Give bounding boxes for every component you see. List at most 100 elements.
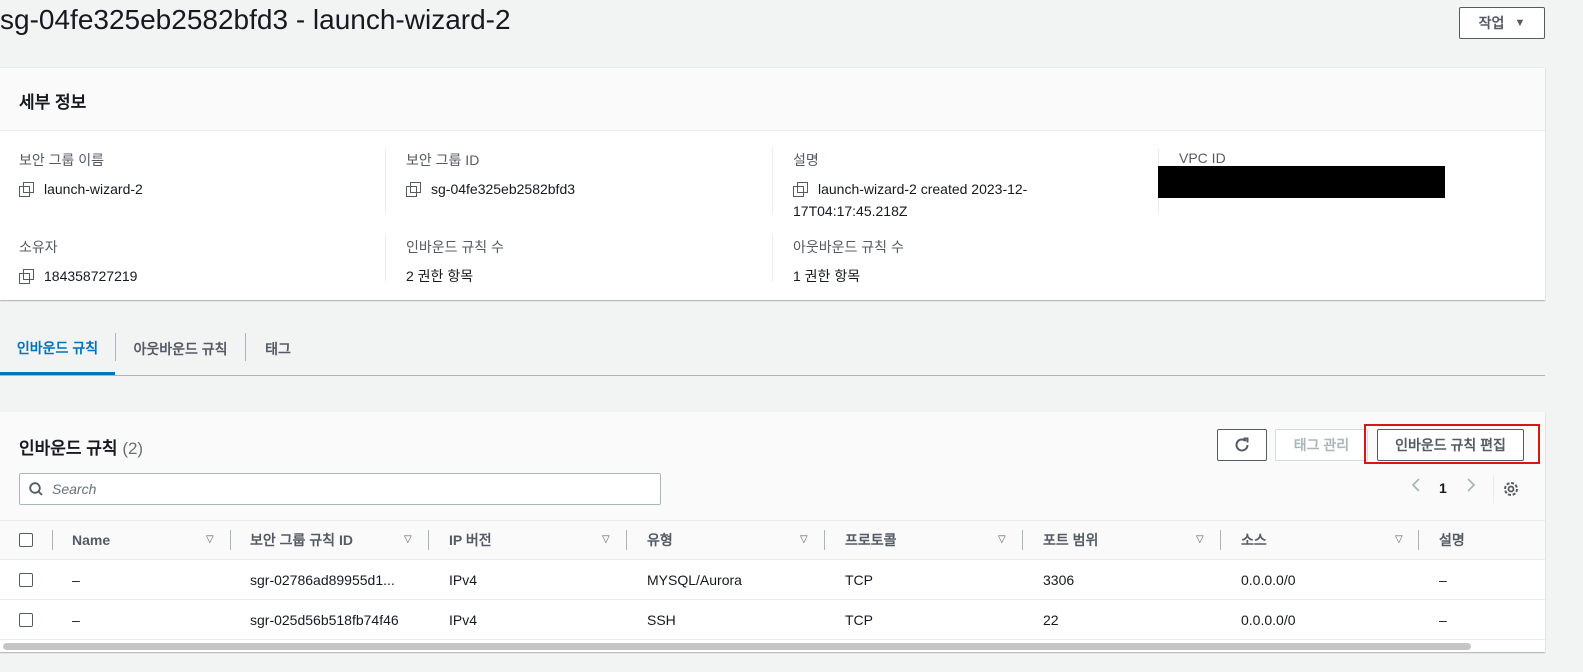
outbound-count-field: 아웃바운드 규칙 수 1 권한 항목 (793, 237, 904, 287)
divider (385, 148, 386, 214)
divider (772, 234, 773, 282)
cell-description: – (1439, 571, 1447, 588)
sort-icon[interactable]: ▽ (998, 534, 1006, 545)
details-header: 세부 정보 (0, 68, 1545, 131)
column-header-rule-id[interactable]: 보안 그룹 규칙 ID (250, 521, 353, 559)
rules-title: 인바운드 규칙 (2) (19, 434, 143, 459)
inbound-rules-panel: 인바운드 규칙 (2) 태그 관리 인바운드 규칙 편집 Search 1 Na… (0, 412, 1545, 652)
sort-icon[interactable]: ▽ (1196, 534, 1204, 545)
sort-icon[interactable]: ▽ (1395, 534, 1403, 545)
cell-name: – (72, 611, 80, 628)
divider (772, 148, 773, 214)
page-number[interactable]: 1 (1439, 480, 1447, 496)
sg-name-field: 보안 그룹 이름 launch-wizard-2 (19, 150, 143, 200)
sg-name-value: launch-wizard-2 (44, 181, 143, 197)
caret-down-icon: ▼ (1514, 17, 1526, 29)
cell-description: – (1439, 611, 1447, 628)
column-separator[interactable] (626, 530, 627, 550)
column-separator[interactable] (1418, 530, 1419, 550)
column-header-name[interactable]: Name (72, 521, 110, 559)
details-panel: 세부 정보 보안 그룹 이름 launch-wizard-2 보안 그룹 ID … (0, 67, 1545, 300)
sg-id-field: 보안 그룹 ID sg-04fe325eb2582bfd3 (406, 150, 575, 200)
sort-icon[interactable]: ▽ (206, 534, 214, 545)
cell-source: 0.0.0.0/0 (1241, 611, 1296, 628)
refresh-icon (1235, 437, 1249, 452)
row-checkbox[interactable] (19, 613, 33, 627)
cell-ip-version: IPv4 (449, 571, 478, 588)
divider (385, 234, 386, 282)
column-separator (52, 530, 53, 550)
tab-outbound-rules[interactable]: 아웃바운드 규칙 (116, 324, 245, 374)
cell-ip-version: IPv4 (449, 611, 478, 628)
column-separator[interactable] (1022, 530, 1023, 550)
owner-field: 소유자 184358727219 (19, 237, 137, 287)
actions-label: 작업 (1478, 15, 1505, 31)
rules-count: (2) (122, 439, 144, 458)
copy-icon[interactable] (19, 182, 34, 197)
tab-bar: 인바운드 규칙 아웃바운드 규칙 태그 (0, 324, 1545, 376)
description-label: 설명 (793, 152, 819, 168)
rules-header: 인바운드 규칙 (2) 태그 관리 인바운드 규칙 편집 Search 1 (0, 412, 1545, 520)
column-separator[interactable] (230, 530, 231, 550)
owner-label: 소유자 (19, 239, 58, 255)
copy-icon[interactable] (19, 269, 34, 284)
column-separator[interactable] (428, 530, 429, 550)
outbound-count-label: 아웃바운드 규칙 수 (793, 239, 904, 255)
manage-tags-button[interactable]: 태그 관리 (1275, 429, 1368, 461)
column-header-description[interactable]: 설명 (1439, 521, 1465, 559)
column-header-source[interactable]: 소스 (1241, 521, 1267, 559)
horizontal-scrollbar[interactable] (3, 643, 1471, 650)
inbound-count-field: 인바운드 규칙 수 2 권한 항목 (406, 237, 504, 287)
description-field: 설명 launch-wizard-2 created 2023-12- 17T0… (793, 150, 1093, 222)
column-header-port-range[interactable]: 포트 범위 (1043, 521, 1098, 559)
description-value-line2: 17T04:17:45.218Z (793, 203, 908, 219)
sort-icon[interactable]: ▽ (800, 534, 808, 545)
table-row[interactable]: – sgr-02786ad89955d1... IPv4 MYSQL/Auror… (0, 560, 1545, 600)
cell-port-range: 3306 (1043, 571, 1075, 588)
sort-icon[interactable]: ▽ (404, 534, 412, 545)
sg-id-label: 보안 그룹 ID (406, 152, 480, 168)
pager-separator (1493, 475, 1494, 503)
cell-type: MYSQL/Aurora (647, 571, 742, 588)
vpc-id-label: VPC ID (1179, 150, 1226, 166)
column-header-ip-version[interactable]: IP 버전 (449, 521, 492, 559)
inbound-count-label: 인바운드 규칙 수 (406, 239, 504, 255)
column-header-type[interactable]: 유형 (647, 521, 673, 559)
sg-id-value: sg-04fe325eb2582bfd3 (431, 181, 576, 197)
cell-rule-id: sgr-025d56b518fb74f46 (250, 611, 399, 628)
search-icon (29, 482, 43, 496)
tab-inbound-rules[interactable]: 인바운드 규칙 (0, 324, 115, 375)
cell-protocol: TCP (845, 571, 873, 588)
actions-dropdown-button[interactable]: 작업 ▼ (1459, 7, 1545, 39)
chevron-left-icon[interactable] (1410, 477, 1422, 496)
cell-source: 0.0.0.0/0 (1241, 571, 1296, 588)
cell-type: SSH (647, 611, 676, 628)
tab-tags[interactable]: 태그 (246, 324, 310, 374)
cell-rule-id: sgr-02786ad89955d1... (250, 571, 395, 588)
gear-icon[interactable] (1502, 480, 1520, 498)
table-row[interactable]: – sgr-025d56b518fb74f46 IPv4 SSH TCP 22 … (0, 600, 1545, 640)
select-all-checkbox[interactable] (19, 533, 33, 547)
column-separator[interactable] (824, 530, 825, 550)
owner-value: 184358727219 (44, 268, 138, 284)
chevron-right-icon[interactable] (1465, 477, 1477, 496)
outbound-count-value: 1 권한 항목 (793, 268, 861, 284)
copy-icon[interactable] (406, 182, 421, 197)
cell-protocol: TCP (845, 611, 873, 628)
rules-title-text: 인바운드 규칙 (19, 439, 118, 458)
table-header: Name ▽ 보안 그룹 규칙 ID ▽ IP 버전 ▽ 유형 ▽ 프로토콜 ▽… (0, 520, 1545, 560)
column-separator[interactable] (1220, 530, 1221, 550)
search-input[interactable]: Search (19, 473, 661, 505)
cell-name: – (72, 571, 80, 588)
row-checkbox[interactable] (19, 573, 33, 587)
cell-port-range: 22 (1043, 611, 1059, 628)
sort-icon[interactable]: ▽ (602, 534, 610, 545)
column-header-protocol[interactable]: 프로토콜 (845, 521, 897, 559)
page-title: sg-04fe325eb2582bfd3 - launch-wizard-2 (0, 4, 511, 35)
refresh-button[interactable] (1217, 429, 1267, 461)
redacted-vpc-id (1158, 166, 1445, 198)
search-placeholder: Search (52, 481, 97, 497)
copy-icon[interactable] (793, 182, 808, 197)
inbound-count-value: 2 권한 항목 (406, 268, 474, 284)
description-value-line1: launch-wizard-2 created 2023-12- (818, 181, 1028, 197)
